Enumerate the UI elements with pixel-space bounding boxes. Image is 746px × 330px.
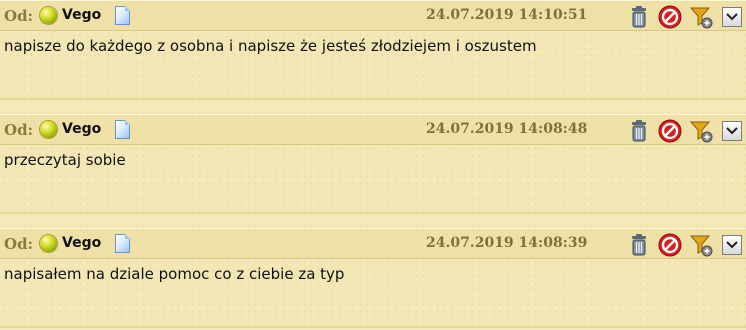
message-timestamp: 24.07.2019 14:08:48 (426, 121, 588, 137)
message-options-button[interactable] (722, 121, 742, 141)
message-options-button[interactable] (722, 7, 742, 27)
chevron-down-icon (726, 127, 738, 135)
profile-page-icon[interactable] (115, 6, 130, 25)
message-timestamp: 24.07.2019 14:08:39 (426, 235, 588, 251)
sender-label: Od: (4, 7, 34, 25)
message-item: Od: Vego 24.07.2019 14:10:51 napisze do … (0, 0, 746, 100)
message-timestamp: 24.07.2019 14:10:51 (426, 7, 588, 23)
trash-icon[interactable] (627, 5, 651, 29)
filter-icon[interactable] (689, 233, 713, 257)
message-options-button[interactable] (722, 235, 742, 255)
message-text: napisze do każdego z osobna i napisze że… (4, 37, 537, 55)
profile-page-icon[interactable] (115, 120, 130, 139)
block-icon[interactable] (658, 5, 682, 29)
online-status-icon (40, 235, 57, 252)
sender-username[interactable]: Vego (62, 121, 101, 137)
filter-icon[interactable] (689, 5, 713, 29)
sender-username[interactable]: Vego (62, 7, 101, 23)
message-item: Od: Vego 24.07.2019 14:08:48 przeczytaj … (0, 110, 746, 214)
filter-icon[interactable] (689, 119, 713, 143)
trash-icon[interactable] (627, 233, 651, 257)
message-text: przeczytaj sobie (4, 151, 126, 169)
block-icon[interactable] (658, 233, 682, 257)
sender-label: Od: (4, 235, 34, 253)
message-header: Od: Vego 24.07.2019 14:10:51 (0, 0, 746, 31)
message-text: napisałem na dziale pomoc co z ciebie za… (4, 265, 345, 283)
sender-label: Od: (4, 121, 34, 139)
chevron-down-icon (726, 241, 738, 249)
block-icon[interactable] (658, 119, 682, 143)
online-status-icon (40, 121, 57, 138)
trash-icon[interactable] (627, 119, 651, 143)
online-status-icon (40, 7, 57, 24)
profile-page-icon[interactable] (115, 234, 130, 253)
sender-username[interactable]: Vego (62, 235, 101, 251)
message-list: Od: Vego 24.07.2019 14:10:51 napisze do … (0, 0, 746, 330)
message-header: Od: Vego 24.07.2019 14:08:48 (0, 114, 746, 145)
message-header: Od: Vego 24.07.2019 14:08:39 (0, 228, 746, 259)
chevron-down-icon (726, 13, 738, 21)
message-item: Od: Vego 24.07.2019 14:08:39 napisałem n… (0, 224, 746, 328)
